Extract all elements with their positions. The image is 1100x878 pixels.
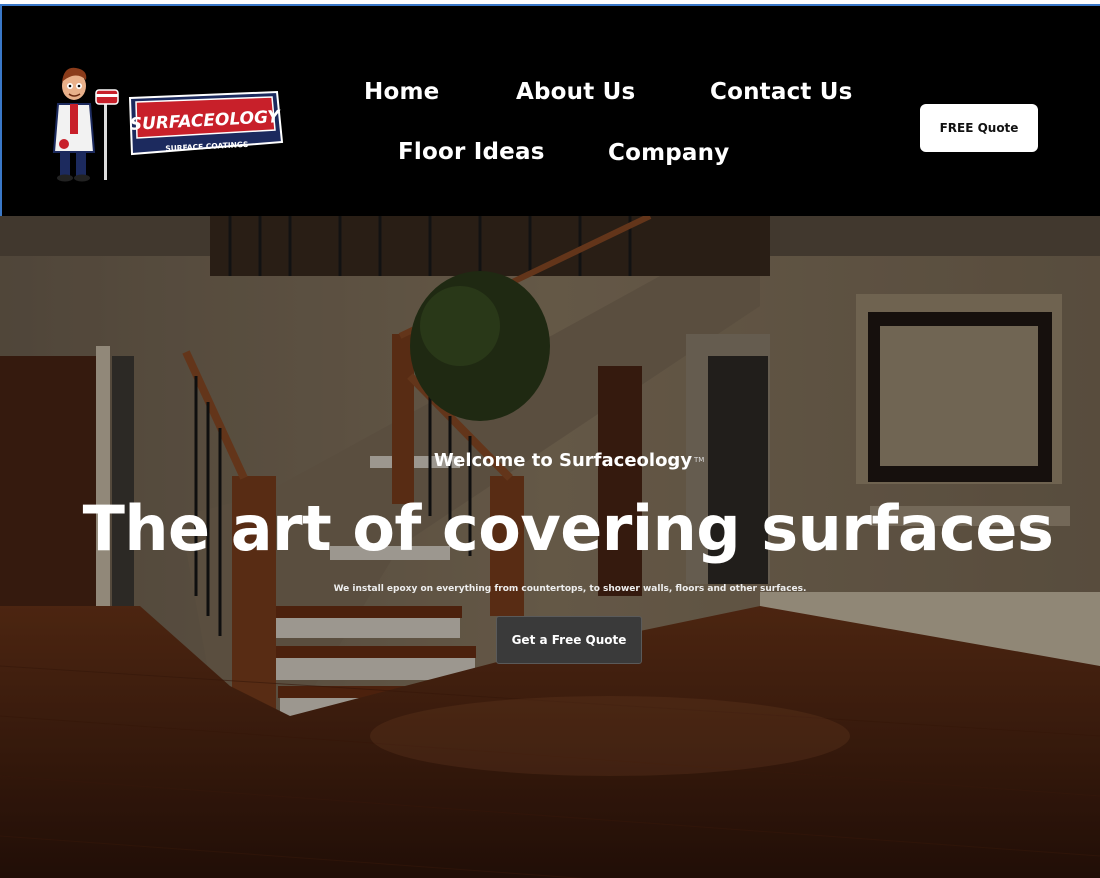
trademark-mark: TM [694, 456, 705, 464]
logo-badge: SURFACEOLOGY SURFACE COATINGS [128, 90, 284, 156]
nav-contact-us[interactable]: Contact Us [710, 79, 853, 105]
get-free-quote-button[interactable]: Get a Free Quote [496, 616, 642, 664]
site-header: SURFACEOLOGY SURFACE COATINGS Home About… [0, 6, 1100, 216]
nav-floor-ideas[interactable]: Floor Ideas [398, 139, 545, 165]
hero-subtext: We install epoxy on everything from coun… [333, 584, 807, 594]
hero-headline: The art of covering surfaces [82, 492, 1054, 565]
free-quote-button[interactable]: FREE Quote [920, 104, 1038, 152]
hero-welcome-text: Welcome to Surfaceology [433, 450, 693, 471]
site-logo[interactable]: SURFACEOLOGY SURFACE COATINGS [52, 64, 292, 186]
mascot-icon [52, 67, 119, 182]
nav-company[interactable]: Company [608, 140, 729, 166]
nav-about-us[interactable]: About Us [516, 79, 635, 105]
logo-graphic: SURFACEOLOGY SURFACE COATINGS [52, 67, 284, 182]
hero-section: Welcome to Surfaceology TM The art of co… [0, 216, 1100, 878]
nav-home[interactable]: Home [364, 79, 439, 105]
